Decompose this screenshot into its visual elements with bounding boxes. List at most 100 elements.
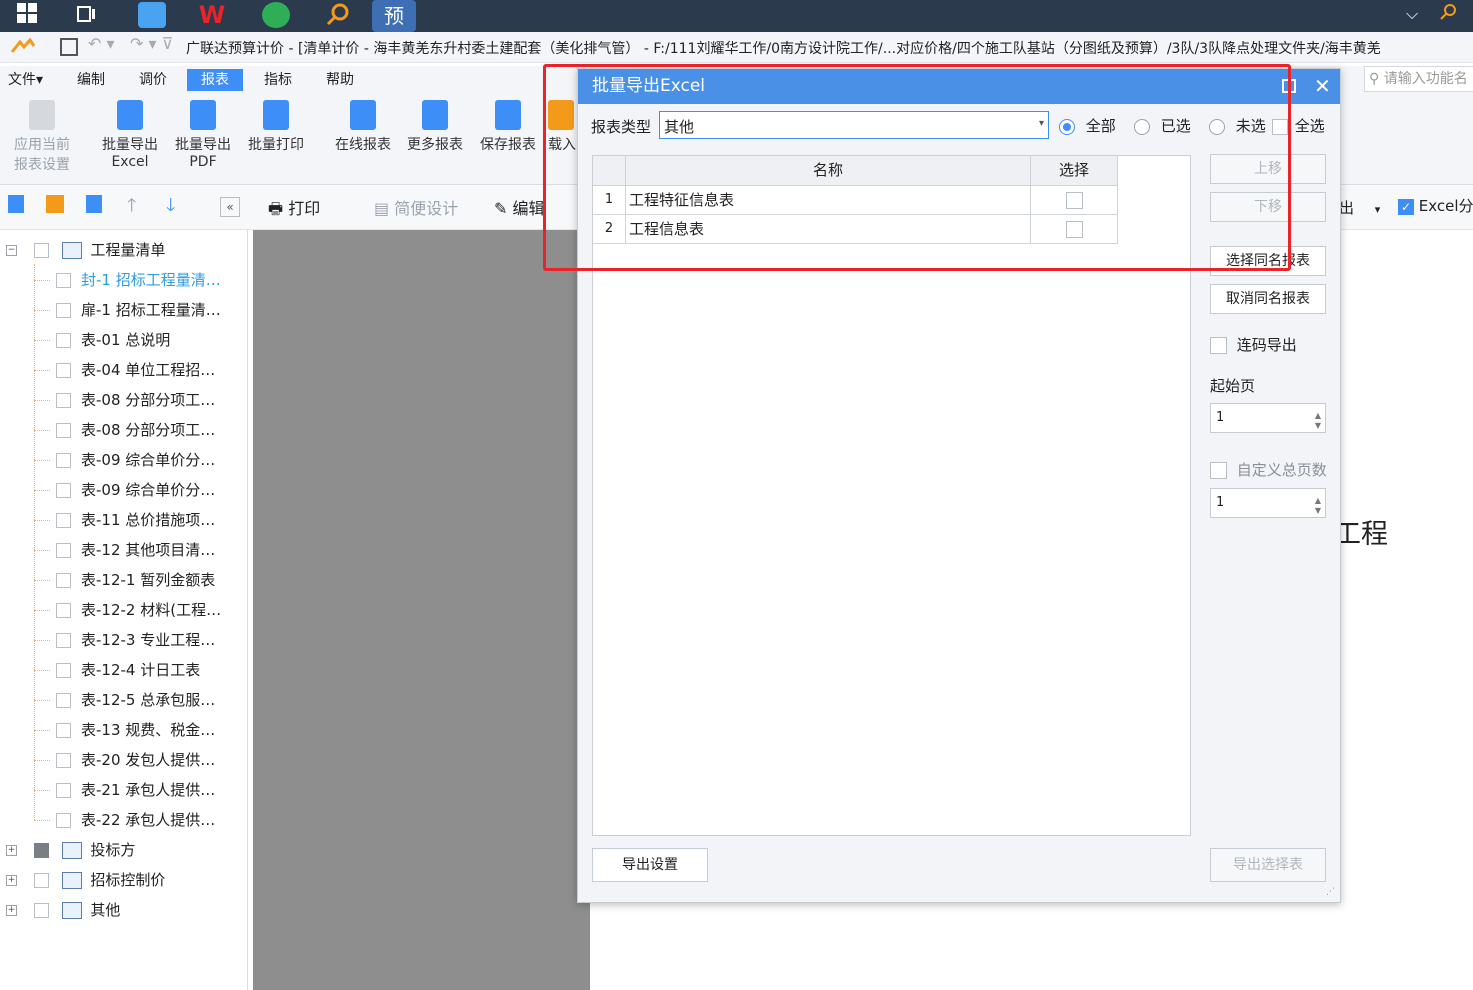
save-icon[interactable] <box>60 38 78 56</box>
tree-item[interactable]: 扉-1 招标工程量清… <box>34 298 221 322</box>
task-view-icon[interactable] <box>74 2 102 28</box>
tree-item[interactable]: 表-08 分部分项工… <box>34 388 215 412</box>
cancel-same-name-button[interactable]: 取消同名报表 <box>1210 284 1326 314</box>
tree-checkbox[interactable] <box>56 753 71 768</box>
start-page-spinner[interactable]: 1 ▲ ▼ <box>1210 403 1326 433</box>
tree-checkbox[interactable] <box>56 393 71 408</box>
edit-button[interactable]: ✎ 编辑 <box>494 195 545 219</box>
resize-grip-icon[interactable]: ⋰ <box>1326 887 1335 897</box>
row-name[interactable]: 工程信息表 <box>626 215 1031 244</box>
arrow-up-icon[interactable]: 🡑 <box>127 193 136 223</box>
collapse-icon[interactable]: − <box>6 245 17 256</box>
export-dropdown[interactable]: 出 ▾ <box>1339 197 1380 218</box>
undo-icon[interactable]: ↶ ▾ <box>88 34 115 53</box>
tree-checkbox[interactable] <box>56 543 71 558</box>
new-folder-icon[interactable] <box>46 195 64 213</box>
menu-compile[interactable]: 编制 <box>77 69 105 91</box>
export-settings-button[interactable]: 导出设置 <box>592 848 708 882</box>
tree-group-bidder[interactable]: + 投标方 <box>6 838 135 862</box>
menu-adjust[interactable]: 调价 <box>139 69 167 91</box>
tree-root-row[interactable]: − 工程量清单 <box>6 238 165 262</box>
tree-item[interactable]: 表-08 分部分项工… <box>34 418 215 442</box>
app-icon-blue[interactable] <box>138 2 166 28</box>
row-select-cell[interactable] <box>1031 186 1118 215</box>
gld-app-icon[interactable]: 预 <box>372 0 416 32</box>
tree-item[interactable]: 表-12-4 计日工表 <box>34 658 200 682</box>
filter-unselected-radio[interactable]: 未选 <box>1209 115 1266 136</box>
search-icon[interactable] <box>325 2 353 28</box>
row-checkbox[interactable] <box>1065 221 1083 238</box>
more-reports-button[interactable]: 更多报表 <box>402 100 468 154</box>
tree-checkbox[interactable] <box>56 813 71 828</box>
filter-selected-radio[interactable]: 已选 <box>1134 115 1191 136</box>
save-report-button[interactable]: 保存报表 <box>475 100 541 154</box>
tree-checkbox[interactable] <box>56 663 71 678</box>
tree-item[interactable]: 表-09 综合单价分… <box>34 478 215 502</box>
apply-report-settings-button[interactable]: 应用当前 报表设置 <box>9 100 75 174</box>
move-down-button[interactable]: 下移 <box>1210 192 1326 222</box>
expand-icon[interactable]: + <box>6 845 17 856</box>
move-up-button[interactable]: 上移 <box>1210 154 1326 184</box>
tree-checkbox[interactable] <box>56 303 71 318</box>
tree-checkbox[interactable] <box>56 483 71 498</box>
excel-option-checkbox[interactable]: ✓ Excel分 <box>1398 195 1473 216</box>
browser-icon[interactable] <box>262 2 290 28</box>
batch-export-pdf-button[interactable]: 批量导出 PDF <box>170 100 236 170</box>
tree-checkbox[interactable] <box>56 453 71 468</box>
select-all-checkbox[interactable]: 全选 <box>1272 115 1325 136</box>
tree-checkbox-partial[interactable] <box>33 843 49 858</box>
tree-checkbox[interactable] <box>33 873 49 888</box>
tree-item[interactable]: 封-1 招标工程量清… <box>34 268 221 292</box>
tree-item[interactable]: 表-12-3 专业工程… <box>34 628 215 652</box>
close-icon[interactable]: ✕ <box>1314 69 1331 104</box>
online-report-button[interactable]: 在线报表 <box>330 100 396 154</box>
tree-item[interactable]: 表-12-5 总承包服… <box>34 688 215 712</box>
tree-item[interactable]: 表-09 综合单价分… <box>34 448 215 472</box>
export-selected-button[interactable]: 导出选择表 <box>1210 848 1326 882</box>
tree-item[interactable]: 表-04 单位工程招… <box>34 358 215 382</box>
tree-item[interactable]: 表-11 总价措施项… <box>34 508 215 532</box>
tree-group-other[interactable]: + 其他 <box>6 898 120 922</box>
report-type-select[interactable]: 其他 ▾ <box>659 111 1049 139</box>
print-button[interactable]: 🖶 打印 <box>268 195 320 225</box>
tree-item[interactable]: 表-12-2 材料(工程… <box>34 598 221 622</box>
tree-checkbox[interactable] <box>56 513 71 528</box>
menu-index[interactable]: 指标 <box>264 69 292 91</box>
menu-report[interactable]: 报表 <box>187 69 243 91</box>
tree-item[interactable]: 表-21 承包人提供… <box>34 778 215 802</box>
row-name[interactable]: 工程特征信息表 <box>626 186 1031 215</box>
tree-checkbox[interactable] <box>56 723 71 738</box>
select-same-name-button[interactable]: 选择同名报表 <box>1210 246 1326 276</box>
batch-export-excel-button[interactable]: 批量导出 Excel <box>97 100 163 170</box>
tree-item[interactable]: 表-12 其他项目清… <box>34 538 215 562</box>
row-select-cell[interactable] <box>1031 215 1118 244</box>
continuous-export-checkbox[interactable]: 连码导出 <box>1210 334 1297 355</box>
expand-icon[interactable]: + <box>6 875 17 886</box>
search-icon[interactable] <box>1438 2 1458 26</box>
arrow-down-icon[interactable]: 🡓 <box>166 193 175 223</box>
spinner-arrows-icon[interactable]: ▲ ▼ <box>1315 486 1321 516</box>
redo-icon[interactable]: ↷ ▾ ⊽ <box>130 34 173 53</box>
tree-checkbox[interactable] <box>56 603 71 618</box>
tree-checkbox[interactable] <box>56 333 71 348</box>
collapse-panel-icon[interactable]: « <box>220 197 240 217</box>
row-checkbox[interactable] <box>1065 192 1083 209</box>
tree-checkbox[interactable] <box>56 363 71 378</box>
spinner-arrows-icon[interactable]: ▲ ▼ <box>1315 401 1321 431</box>
restore-icon[interactable] <box>1282 79 1296 93</box>
batch-print-button[interactable]: 批量打印 <box>243 100 309 154</box>
tree-checkbox[interactable] <box>56 273 71 288</box>
expand-icon[interactable]: + <box>6 905 17 916</box>
tree-checkbox[interactable] <box>56 633 71 648</box>
tree-group-control-price[interactable]: + 招标控制价 <box>6 868 165 892</box>
delete-icon[interactable] <box>86 195 102 213</box>
load-report-button[interactable]: 载入 <box>548 100 578 154</box>
tree-checkbox[interactable] <box>56 693 71 708</box>
chevron-down-icon[interactable]: ⌵ <box>1406 4 1418 24</box>
wps-icon[interactable]: W <box>198 2 226 28</box>
tree-item[interactable]: 表-13 规费、税金… <box>34 718 215 742</box>
windows-start-icon[interactable] <box>16 2 44 28</box>
tree-item[interactable]: 表-22 承包人提供… <box>34 808 215 832</box>
tree-checkbox[interactable] <box>56 783 71 798</box>
menu-file[interactable]: 文件▾ <box>8 69 43 91</box>
